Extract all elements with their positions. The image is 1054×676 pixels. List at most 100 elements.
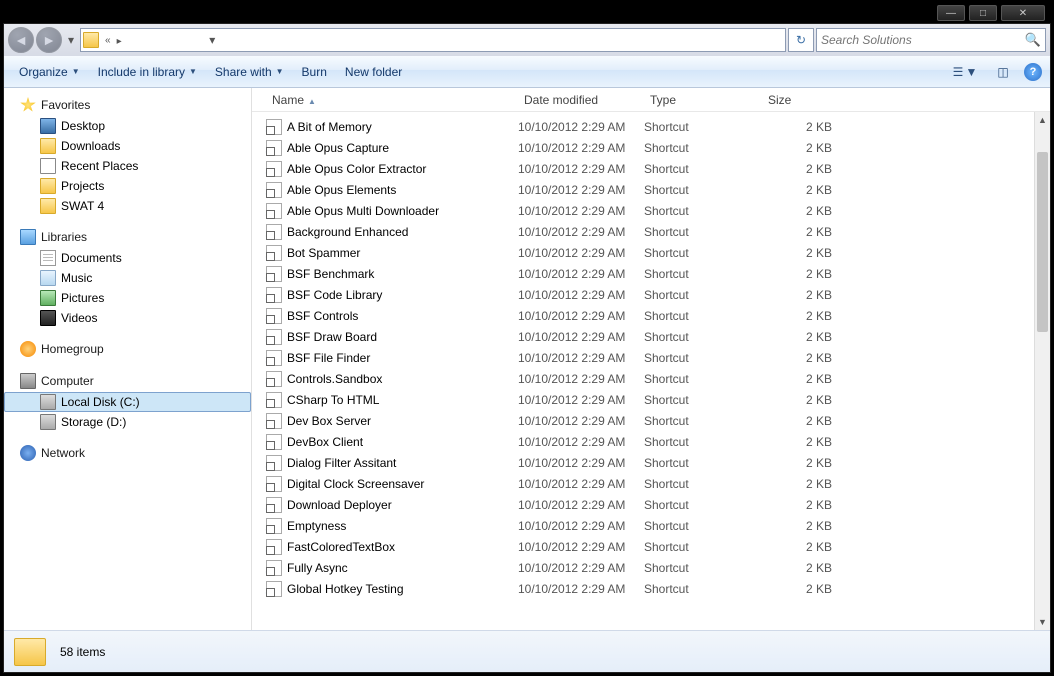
sidebar-item-music[interactable]: Music bbox=[4, 268, 251, 288]
chevron-icon[interactable]: « bbox=[102, 35, 114, 46]
vertical-scrollbar[interactable]: ▲ ▼ bbox=[1034, 112, 1050, 630]
breadcrumb-bar[interactable]: « AppData▸Roaming▸Microsoft▸Windows▸Star… bbox=[80, 28, 786, 52]
preview-pane-button[interactable]: ◫ bbox=[986, 61, 1020, 83]
file-row[interactable]: DevBox Client10/10/2012 2:29 AMShortcut2… bbox=[252, 431, 1050, 452]
file-row[interactable]: BSF Controls10/10/2012 2:29 AMShortcut2 … bbox=[252, 305, 1050, 326]
sidebar-item-local-disk-c[interactable]: Local Disk (C:) bbox=[4, 392, 251, 412]
column-header-date[interactable]: Date modified bbox=[518, 89, 644, 111]
minimize-button[interactable]: — bbox=[937, 5, 965, 21]
search-input[interactable] bbox=[821, 33, 1025, 47]
sidebar-libraries-header[interactable]: Libraries bbox=[4, 226, 251, 248]
sidebar-network[interactable]: Network bbox=[4, 442, 251, 464]
file-name: Able Opus Capture bbox=[287, 141, 389, 155]
back-button[interactable]: ◄ bbox=[8, 27, 34, 53]
breadcrumb-start-menu[interactable]: Start Menu bbox=[114, 47, 204, 52]
file-type: Shortcut bbox=[644, 540, 762, 554]
shortcut-icon bbox=[266, 392, 282, 408]
file-name: A Bit of Memory bbox=[287, 120, 372, 134]
file-row[interactable]: BSF Code Library10/10/2012 2:29 AMShortc… bbox=[252, 284, 1050, 305]
file-row[interactable]: Global Hotkey Testing10/10/2012 2:29 AMS… bbox=[252, 578, 1050, 599]
file-row[interactable]: Emptyness10/10/2012 2:29 AMShortcut2 KB bbox=[252, 515, 1050, 536]
file-row[interactable]: FastColoredTextBox10/10/2012 2:29 AMShor… bbox=[252, 536, 1050, 557]
history-dropdown[interactable]: ▾ bbox=[64, 30, 78, 50]
file-row[interactable]: BSF Draw Board10/10/2012 2:29 AMShortcut… bbox=[252, 326, 1050, 347]
view-options-button[interactable]: ☰▼ bbox=[948, 61, 982, 83]
sidebar-computer-header[interactable]: Computer bbox=[4, 370, 251, 392]
forward-button[interactable]: ► bbox=[36, 27, 62, 53]
sidebar-item-desktop[interactable]: Desktop bbox=[4, 116, 251, 136]
file-date: 10/10/2012 2:29 AM bbox=[518, 540, 644, 554]
sidebar-item-projects[interactable]: Projects bbox=[4, 176, 251, 196]
file-date: 10/10/2012 2:29 AM bbox=[518, 351, 644, 365]
file-row[interactable]: Background Enhanced10/10/2012 2:29 AMSho… bbox=[252, 221, 1050, 242]
file-row[interactable]: Dialog Filter Assitant10/10/2012 2:29 AM… bbox=[252, 452, 1050, 473]
file-view: Name▲ Date modified Type Size A Bit of M… bbox=[252, 88, 1050, 630]
shortcut-icon bbox=[266, 245, 282, 261]
sidebar-item-documents[interactable]: Documents bbox=[4, 248, 251, 268]
file-name: Able Opus Multi Downloader bbox=[287, 204, 439, 218]
file-date: 10/10/2012 2:29 AM bbox=[518, 330, 644, 344]
file-row[interactable]: Able Opus Color Extractor10/10/2012 2:29… bbox=[252, 158, 1050, 179]
file-date: 10/10/2012 2:29 AM bbox=[518, 582, 644, 596]
file-type: Shortcut bbox=[644, 288, 762, 302]
file-size: 2 KB bbox=[762, 351, 842, 365]
breadcrumb-windows[interactable]: Windows bbox=[114, 28, 204, 33]
file-row[interactable]: Dev Box Server10/10/2012 2:29 AMShortcut… bbox=[252, 410, 1050, 431]
file-row[interactable]: Able Opus Capture10/10/2012 2:29 AMShort… bbox=[252, 137, 1050, 158]
scroll-up-button[interactable]: ▲ bbox=[1035, 112, 1050, 128]
scroll-down-button[interactable]: ▼ bbox=[1035, 614, 1050, 630]
file-type: Shortcut bbox=[644, 435, 762, 449]
column-header-size[interactable]: Size bbox=[762, 89, 842, 111]
file-row[interactable]: Able Opus Elements10/10/2012 2:29 AMShor… bbox=[252, 179, 1050, 200]
shortcut-icon bbox=[266, 476, 282, 492]
refresh-button[interactable]: ↻ bbox=[788, 28, 814, 52]
file-name: Controls.Sandbox bbox=[287, 372, 382, 386]
sidebar-item-downloads[interactable]: Downloads bbox=[4, 136, 251, 156]
file-row[interactable]: BSF File Finder10/10/2012 2:29 AMShortcu… bbox=[252, 347, 1050, 368]
file-size: 2 KB bbox=[762, 519, 842, 533]
file-row[interactable]: Controls.Sandbox10/10/2012 2:29 AMShortc… bbox=[252, 368, 1050, 389]
file-size: 2 KB bbox=[762, 582, 842, 596]
shortcut-icon bbox=[266, 119, 282, 135]
shortcut-icon bbox=[266, 455, 282, 471]
sidebar-item-storage-d[interactable]: Storage (D:) bbox=[4, 412, 251, 432]
share-with-button[interactable]: Share with▼ bbox=[208, 61, 291, 83]
help-button[interactable]: ? bbox=[1024, 63, 1042, 81]
file-type: Shortcut bbox=[644, 330, 762, 344]
file-row[interactable]: Able Opus Multi Downloader10/10/2012 2:2… bbox=[252, 200, 1050, 221]
file-type: Shortcut bbox=[644, 183, 762, 197]
burn-button[interactable]: Burn bbox=[295, 61, 334, 83]
file-name: Able Opus Elements bbox=[287, 183, 396, 197]
file-type: Shortcut bbox=[644, 204, 762, 218]
sidebar-homegroup[interactable]: Homegroup bbox=[4, 338, 251, 360]
maximize-button[interactable]: □ bbox=[969, 5, 997, 21]
shortcut-icon bbox=[266, 350, 282, 366]
search-box[interactable]: 🔍 bbox=[816, 28, 1046, 52]
file-size: 2 KB bbox=[762, 162, 842, 176]
new-folder-button[interactable]: New folder bbox=[338, 61, 409, 83]
sidebar-favorites-header[interactable]: Favorites bbox=[4, 94, 251, 116]
file-row[interactable]: Fully Async10/10/2012 2:29 AMShortcut2 K… bbox=[252, 557, 1050, 578]
file-row[interactable]: A Bit of Memory10/10/2012 2:29 AMShortcu… bbox=[252, 116, 1050, 137]
file-row[interactable]: BSF Benchmark10/10/2012 2:29 AMShortcut2… bbox=[252, 263, 1050, 284]
file-date: 10/10/2012 2:29 AM bbox=[518, 225, 644, 239]
sidebar-item-swat4[interactable]: SWAT 4 bbox=[4, 196, 251, 216]
file-row[interactable]: CSharp To HTML10/10/2012 2:29 AMShortcut… bbox=[252, 389, 1050, 410]
sidebar-item-pictures[interactable]: Pictures bbox=[4, 288, 251, 308]
column-header-type[interactable]: Type bbox=[644, 89, 762, 111]
column-header-name[interactable]: Name▲ bbox=[266, 89, 518, 111]
organize-button[interactable]: Organize▼ bbox=[12, 61, 87, 83]
file-size: 2 KB bbox=[762, 540, 842, 554]
scroll-thumb[interactable] bbox=[1037, 152, 1048, 332]
sidebar-item-recent[interactable]: Recent Places bbox=[4, 156, 251, 176]
file-row[interactable]: Digital Clock Screensaver10/10/2012 2:29… bbox=[252, 473, 1050, 494]
file-row[interactable]: Bot Spammer10/10/2012 2:29 AMShortcut2 K… bbox=[252, 242, 1050, 263]
file-size: 2 KB bbox=[762, 267, 842, 281]
include-in-library-button[interactable]: Include in library▼ bbox=[91, 61, 204, 83]
desktop-icon bbox=[40, 118, 56, 134]
address-dropdown[interactable]: ▾ bbox=[203, 33, 221, 47]
sidebar-item-videos[interactable]: Videos bbox=[4, 308, 251, 328]
file-row[interactable]: Download Deployer10/10/2012 2:29 AMShort… bbox=[252, 494, 1050, 515]
close-button[interactable]: ✕ bbox=[1001, 5, 1045, 21]
chevron-icon[interactable]: ▸ bbox=[114, 36, 125, 47]
